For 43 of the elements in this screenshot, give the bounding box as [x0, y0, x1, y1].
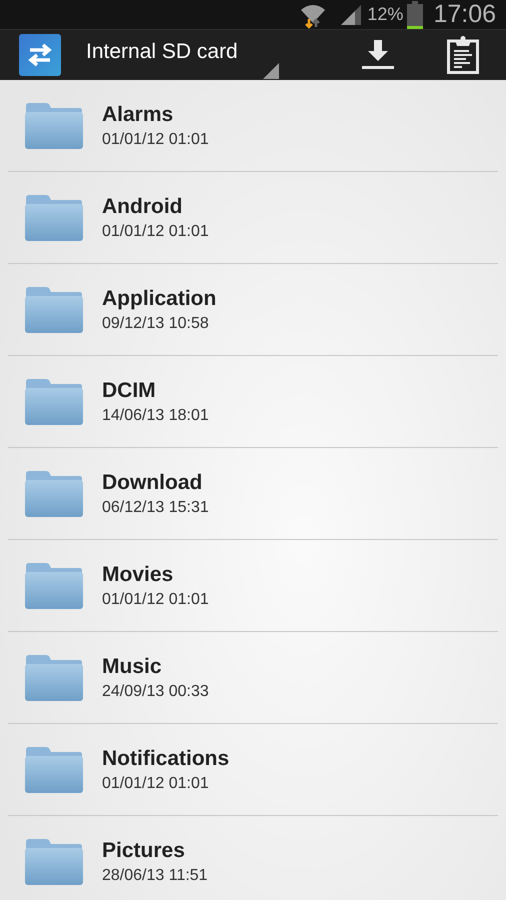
folder-icon: [24, 562, 84, 610]
folder-row[interactable]: Alarms 01/01/12 01:01: [8, 80, 498, 172]
folder-row[interactable]: Movies 01/01/12 01:01: [8, 540, 498, 632]
folder-name: Application: [102, 286, 216, 310]
folder-name: DCIM: [102, 378, 157, 402]
folder-date: 28/06/13 11:51: [102, 866, 208, 884]
clock-time: 17:06: [433, 0, 496, 29]
app-logo-icon[interactable]: [19, 34, 61, 76]
folder-date: 09/12/13 10:58: [102, 314, 210, 332]
clipboard-icon: [447, 36, 479, 74]
folder-name: Alarms: [102, 102, 174, 126]
dropdown-triangle-icon: [263, 63, 279, 79]
folder-icon: [24, 102, 84, 150]
folder-date: 01/01/12 01:01: [102, 130, 209, 148]
folder-name: Music: [102, 654, 163, 678]
signal-icon: [339, 2, 364, 26]
folder-icon: [24, 838, 84, 886]
folder-row[interactable]: Application 09/12/13 10:58: [8, 264, 498, 356]
folder-icon: [24, 746, 84, 794]
folder-name: Download: [102, 470, 204, 494]
folder-row[interactable]: Download 06/12/13 15:31: [8, 448, 498, 540]
folder-name: Pictures: [102, 838, 186, 862]
folder-name: Notifications: [102, 746, 230, 770]
folder-date: 14/06/13 18:01: [102, 406, 209, 424]
folder-icon: [24, 654, 84, 702]
folder-icon: [24, 378, 84, 426]
folder-row[interactable]: Pictures 28/06/13 11:51: [8, 816, 498, 900]
folder-date: 24/09/13 00:33: [102, 682, 209, 700]
folder-date: 01/01/12 01:01: [102, 222, 209, 240]
folder-row[interactable]: Notifications 01/01/12 01:01: [8, 724, 498, 816]
folder-icon: [24, 194, 84, 242]
folder-row[interactable]: Music 24/09/13 00:33: [8, 632, 498, 724]
download-icon: [361, 40, 395, 70]
folder-icon: [24, 286, 84, 334]
folder-icon: [24, 470, 84, 518]
folder-name: Movies: [102, 562, 174, 586]
folder-row[interactable]: DCIM 14/06/13 18:01: [8, 356, 498, 448]
folder-name: Android: [102, 194, 184, 218]
folder-row[interactable]: Android 01/01/12 01:01: [8, 172, 498, 264]
battery-percentage: 12%: [367, 4, 404, 25]
folder-date: 06/12/13 15:31: [102, 498, 209, 516]
folder-date: 01/01/12 01:01: [102, 590, 209, 608]
folder-date: 01/01/12 01:01: [102, 774, 210, 792]
